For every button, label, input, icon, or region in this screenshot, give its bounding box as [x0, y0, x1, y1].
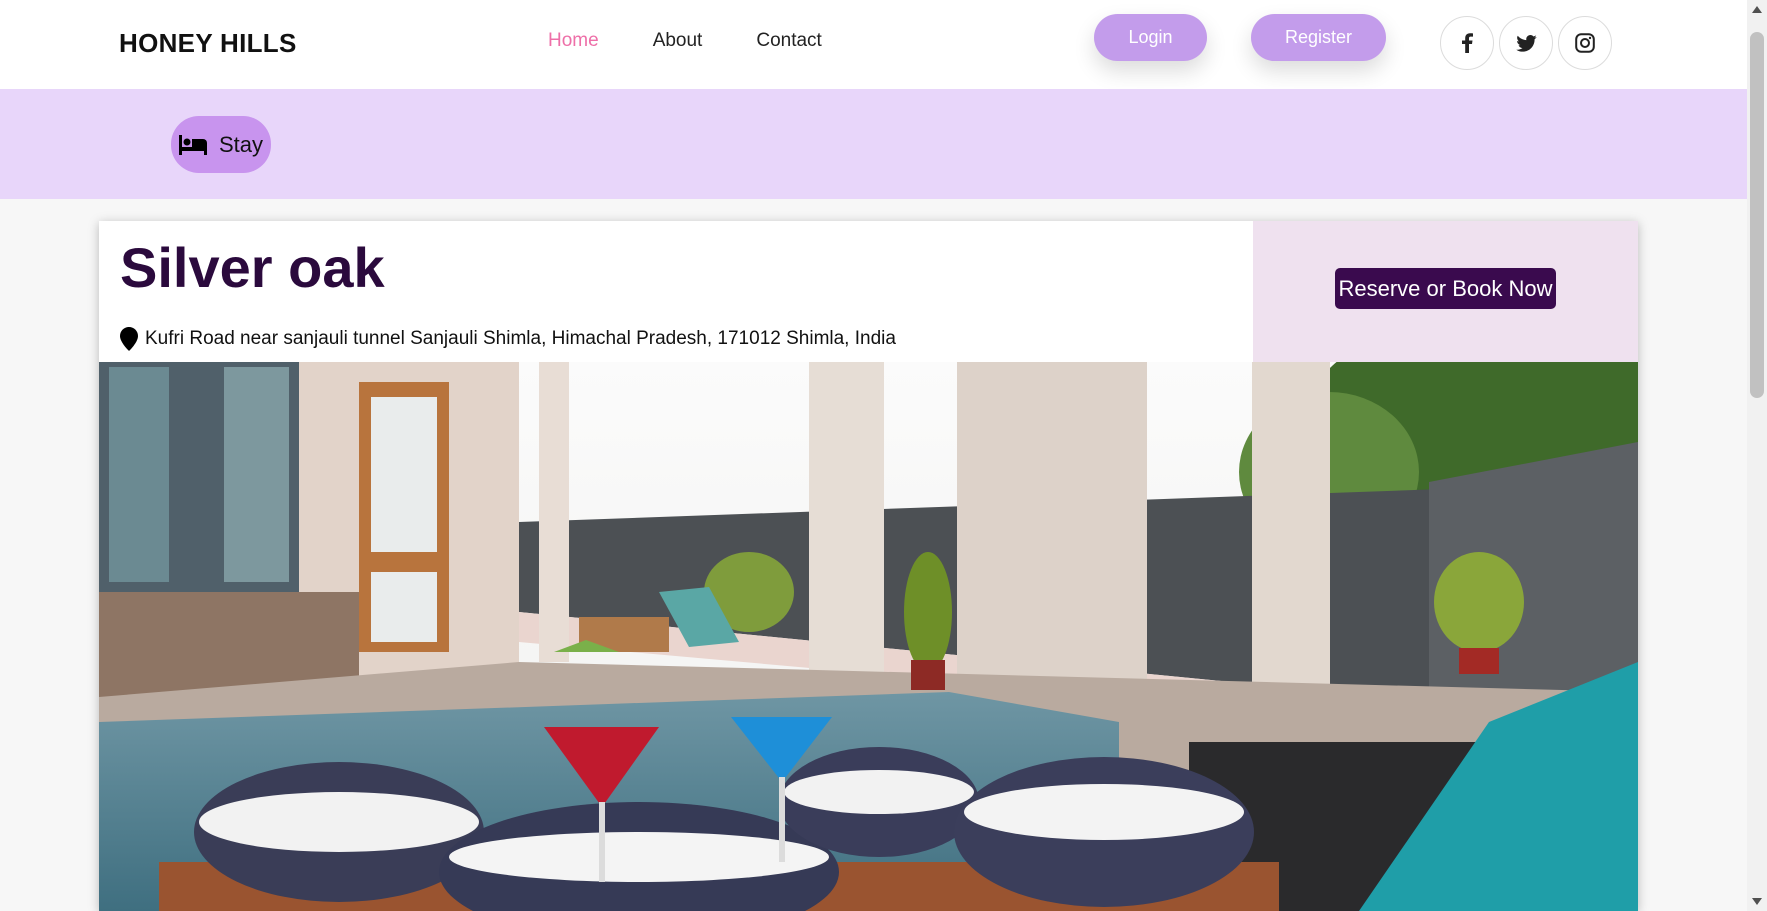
booking-panel: Reserve or Book Now [1253, 221, 1638, 362]
facebook-button[interactable] [1440, 16, 1494, 70]
category-bar: Stay [0, 89, 1747, 199]
stay-label: Stay [219, 131, 264, 157]
brand-logo[interactable]: HONEY HILLS [119, 28, 297, 59]
site-header: HONEY HILLS Home About Contact Login Reg… [0, 0, 1747, 89]
instagram-icon [1575, 33, 1595, 53]
twitter-icon [1515, 34, 1537, 52]
main-nav: Home About Contact [548, 30, 822, 52]
reserve-book-button[interactable]: Reserve or Book Now [1335, 268, 1556, 309]
twitter-button[interactable] [1499, 16, 1553, 70]
facebook-icon [1462, 33, 1473, 53]
scroll-down-arrow-icon[interactable] [1752, 898, 1762, 905]
login-button[interactable]: Login [1094, 14, 1207, 61]
listing-title: Silver oak [120, 236, 385, 299]
instagram-button[interactable] [1558, 16, 1612, 70]
hotel-pool-photo [99, 362, 1638, 911]
map-pin-icon [120, 327, 138, 351]
bed-icon [179, 134, 207, 155]
vertical-scrollbar[interactable] [1747, 0, 1767, 911]
nav-contact[interactable]: Contact [756, 30, 821, 52]
stay-category-button[interactable]: Stay [171, 116, 271, 173]
scrollbar-thumb[interactable] [1750, 32, 1764, 398]
nav-home[interactable]: Home [548, 30, 599, 52]
register-button[interactable]: Register [1251, 14, 1386, 61]
nav-about[interactable]: About [653, 30, 703, 52]
address-text: Kufri Road near sanjauli tunnel Sanjauli… [145, 328, 896, 349]
listing-card: Silver oak Kufri Road near sanjauli tunn… [99, 221, 1638, 911]
scroll-up-arrow-icon[interactable] [1752, 6, 1762, 13]
listing-address: Kufri Road near sanjauli tunnel Sanjauli… [120, 327, 896, 351]
